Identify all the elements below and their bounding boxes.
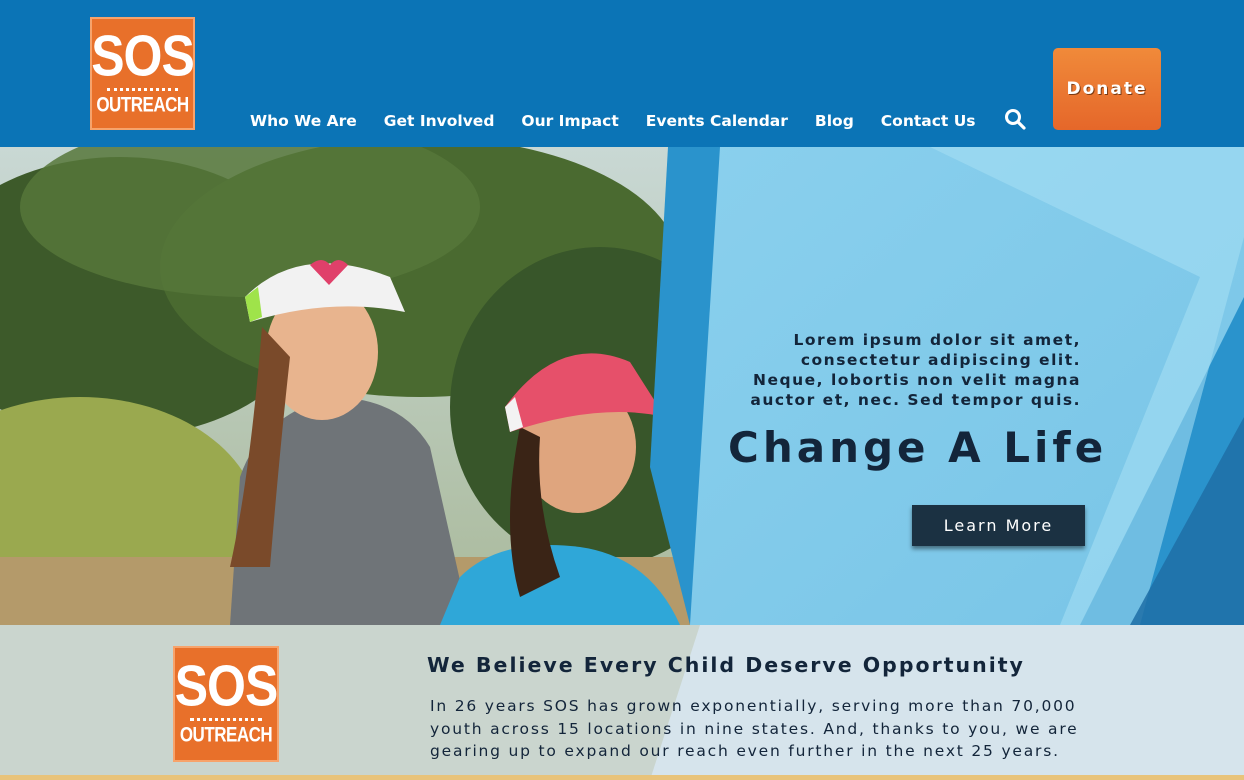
donate-button[interactable]: Donate [1053, 48, 1161, 130]
learn-more-button[interactable]: Learn More [912, 505, 1085, 546]
nav-blog[interactable]: Blog [815, 112, 854, 130]
logo-text-top: SOS [174, 653, 279, 719]
mission-body: In 26 years SOS has grown exponentially,… [430, 695, 1120, 763]
sos-outreach-logo[interactable]: SOS OUTREACH [90, 17, 195, 130]
logo-text-bottom: OUTREACH [179, 722, 273, 747]
logo-text-top: SOS [91, 23, 195, 88]
nav-our-impact[interactable]: Our Impact [521, 112, 618, 130]
nav-contact-us[interactable]: Contact Us [881, 112, 976, 130]
hero-subtitle-line-2: consectetur adipiscing elit. [800, 351, 1081, 369]
hero-banner: Lorem ipsum dolor sit amet, consectetur … [0, 147, 1244, 625]
hero-subtitle-line-3: Neque, lobortis non velit magna [753, 371, 1081, 389]
mission-logo: SOS OUTREACH [173, 646, 279, 762]
logo-text-bottom: OUTREACH [96, 92, 189, 116]
mission-body-line-1: In 26 years SOS has grown exponentially,… [430, 697, 1077, 715]
hero-text: Lorem ipsum dolor sit amet, consectetur … [661, 330, 1081, 410]
mission-body-line-3: gearing up to expand our reach even furt… [430, 742, 1060, 760]
nav-who-we-are[interactable]: Who We Are [250, 112, 357, 130]
search-icon[interactable] [1004, 108, 1026, 130]
nav-events-calendar[interactable]: Events Calendar [646, 112, 788, 130]
site-header: SOS OUTREACH Who We Are Get Involved Our… [0, 0, 1244, 147]
mission-body-line-2: youth across 15 locations in nine states… [430, 719, 1079, 738]
mission-title: We Believe Every Child Deserve Opportuni… [427, 653, 1025, 677]
mission-section: SOS OUTREACH We Believe Every Child Dese… [0, 625, 1244, 780]
hero-title: Change A Life [728, 423, 1108, 472]
nav-get-involved[interactable]: Get Involved [384, 112, 495, 130]
hero-subtitle-line-4: auctor et, nec. Sed tempor quis. [750, 391, 1081, 409]
main-nav: Who We Are Get Involved Our Impact Event… [250, 112, 976, 130]
hero-subtitle-line-1: Lorem ipsum dolor sit amet, [793, 331, 1081, 349]
logo-divider [190, 718, 262, 721]
